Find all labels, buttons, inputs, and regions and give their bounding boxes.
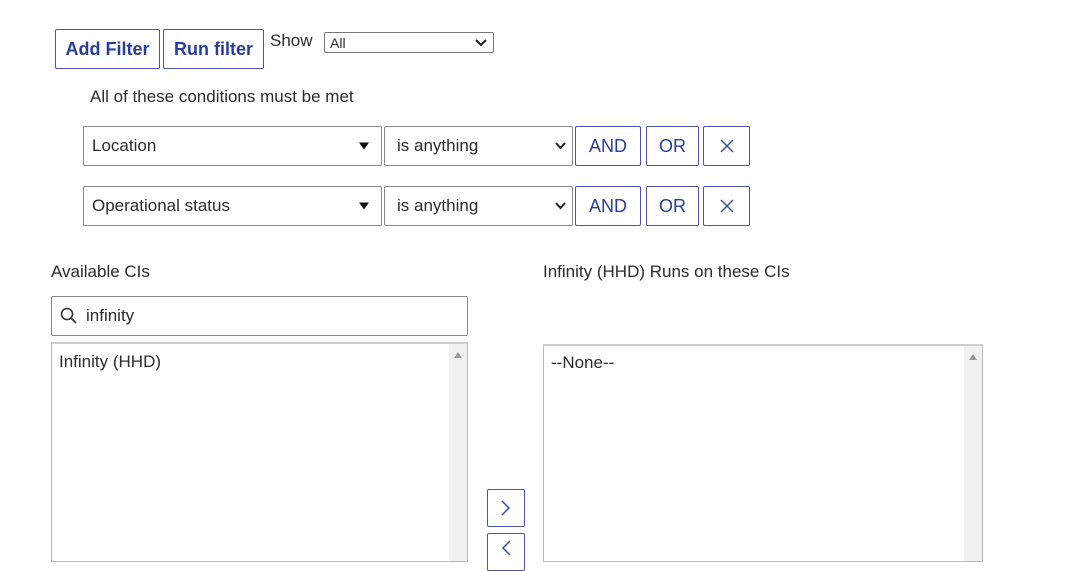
selected-list[interactable]: --None-- xyxy=(543,344,983,562)
show-select[interactable]: All xyxy=(324,32,494,53)
list-item[interactable]: Infinity (HHD) xyxy=(59,352,161,372)
scroll-up-icon xyxy=(454,352,462,358)
caret-down-icon xyxy=(359,202,369,210)
operator-select-value: is anything xyxy=(397,136,479,155)
search-input[interactable]: infinity xyxy=(51,296,468,336)
caret-down-icon xyxy=(359,142,369,150)
field-select[interactable]: Location xyxy=(83,126,382,166)
show-label: Show xyxy=(270,31,313,50)
and-button[interactable]: AND xyxy=(575,126,641,166)
close-icon xyxy=(719,199,734,213)
remove-condition-button[interactable] xyxy=(703,126,750,166)
selected-label: Infinity (HHD) Runs on these CIs xyxy=(543,262,790,281)
field-select-value: Location xyxy=(92,136,157,155)
search-input-value: infinity xyxy=(86,306,135,325)
remove-condition-button[interactable] xyxy=(703,186,750,226)
search-icon xyxy=(60,307,77,324)
chevron-down-icon xyxy=(475,38,487,46)
show-select-value: All xyxy=(330,34,346,51)
scrollbar[interactable] xyxy=(449,344,467,561)
or-button[interactable]: OR xyxy=(646,126,699,166)
chevron-left-icon xyxy=(501,540,511,556)
operator-select[interactable]: is anything xyxy=(384,126,573,166)
and-button[interactable]: AND xyxy=(575,186,641,226)
chevron-down-icon xyxy=(555,202,566,210)
field-select-value: Operational status xyxy=(92,196,230,215)
scroll-up-icon xyxy=(969,354,977,360)
available-label: Available CIs xyxy=(51,262,150,281)
chevron-right-icon xyxy=(501,500,511,516)
conditions-heading: All of these conditions must be met xyxy=(90,87,354,106)
move-left-button[interactable] xyxy=(487,533,525,571)
chevron-down-icon xyxy=(555,142,566,150)
run-filter-button[interactable]: Run filter xyxy=(163,29,264,69)
or-button[interactable]: OR xyxy=(646,186,699,226)
operator-select-value: is anything xyxy=(397,196,479,215)
field-select[interactable]: Operational status xyxy=(83,186,382,226)
close-icon xyxy=(719,139,734,153)
list-item[interactable]: --None-- xyxy=(551,353,614,373)
operator-select[interactable]: is anything xyxy=(384,186,573,226)
add-filter-button[interactable]: Add Filter xyxy=(55,29,160,69)
move-right-button[interactable] xyxy=(487,489,525,527)
available-list[interactable]: Infinity (HHD) xyxy=(51,342,468,562)
scrollbar[interactable] xyxy=(964,346,982,561)
